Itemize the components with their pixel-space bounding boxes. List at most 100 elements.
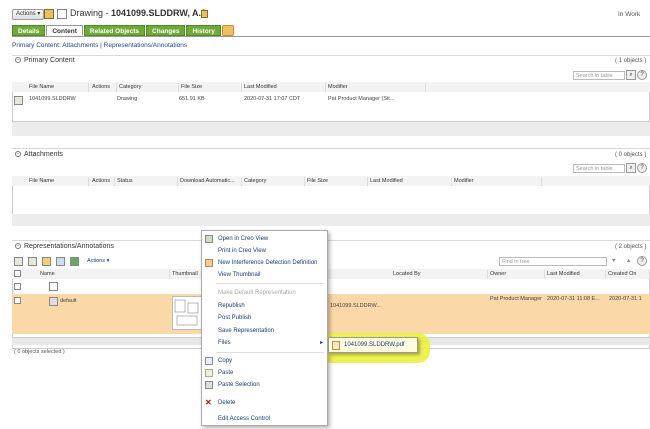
copy-icon	[205, 357, 213, 365]
edit-icon[interactable]	[44, 9, 54, 19]
column-header[interactable]: File Size	[305, 177, 368, 186]
collapse-icon[interactable]: −	[15, 57, 21, 64]
collapse-icon[interactable]: −	[15, 243, 21, 250]
column-header[interactable]: Category	[117, 83, 179, 92]
menu-item-post-publish[interactable]: Post Publish	[202, 312, 327, 324]
menu-separator	[216, 352, 324, 353]
column-header[interactable]: Actions	[90, 83, 117, 92]
paste-selection-icon	[205, 381, 213, 389]
menu-item-paste[interactable]: Paste	[202, 367, 327, 379]
column-header[interactable]: Actions	[90, 177, 115, 186]
pdf-file-icon	[332, 341, 340, 350]
menu-item-save-representation[interactable]: Save Representation	[202, 325, 327, 337]
copy-icon[interactable]	[28, 257, 37, 266]
breadcrumb[interactable]: Primary Content: Attachments | Represent…	[12, 42, 187, 49]
attachments-count: ( 0 objects )	[615, 152, 647, 158]
menu-item-print-creo-view[interactable]: Print in Creo View	[202, 245, 327, 257]
column-header[interactable]: Owner	[488, 270, 545, 279]
drawing-node-icon	[49, 282, 58, 291]
tab-content[interactable]: Content	[46, 25, 83, 36]
search-icon[interactable]: ⌕	[626, 163, 636, 173]
representations-count: ( 2 objects )	[615, 244, 647, 250]
submenu-file-link[interactable]: 1041099.SLDDRW.pdf	[344, 342, 405, 348]
status-label: In Work	[618, 11, 641, 18]
menu-item-make-default: Make Default Representation	[218, 290, 296, 296]
refresh-icon[interactable]	[56, 257, 65, 266]
column-header[interactable]: Status	[115, 177, 178, 186]
column-header[interactable]: Last Modified	[368, 177, 452, 186]
column-header[interactable]: Modifier	[452, 177, 542, 186]
menu-item-republish[interactable]: Republish	[202, 300, 327, 312]
page-title: Drawing - 1041099.SLDDRW, A.1	[70, 8, 207, 18]
section-divider	[12, 55, 650, 56]
column-header[interactable]: Last Modified	[242, 83, 326, 92]
attachments-title[interactable]: − Attachments	[15, 151, 63, 158]
column-header[interactable]: Thumbnail	[170, 270, 202, 279]
tab-changes[interactable]: Changes	[146, 25, 186, 36]
primary-search-input[interactable]: Search in table	[573, 71, 625, 80]
primary-count: ( 1 objects )	[615, 58, 647, 64]
column-header[interactable]: Created On	[606, 270, 650, 279]
last-modified: 2020-07-31 11:08 E...	[547, 296, 600, 302]
delete-icon: ✕	[205, 398, 212, 407]
primary-content-title[interactable]: − Primary Content	[15, 57, 75, 64]
export-icon[interactable]	[70, 257, 79, 266]
column-header[interactable]: Located By	[391, 270, 488, 279]
representations-title[interactable]: − Representations/Annotations	[15, 243, 114, 250]
column-header[interactable]: Name	[38, 270, 170, 279]
primary-footer	[12, 122, 650, 136]
help-icon[interactable]: ?	[637, 163, 647, 173]
file-icon	[14, 96, 23, 105]
row-checkbox[interactable]	[14, 283, 21, 290]
column-header[interactable]: File Name	[27, 83, 89, 92]
actions-label: Actions	[16, 11, 36, 17]
search-icon[interactable]: ⌕	[626, 70, 636, 80]
section-divider	[12, 240, 650, 241]
tab-bar: Details Content Related Objects Changes …	[12, 25, 234, 36]
column-header[interactable]: File Name	[27, 177, 89, 186]
find-in-tree-input[interactable]: Find in tree	[499, 257, 607, 266]
column-header[interactable]: Last Modified	[545, 270, 606, 279]
select-all-checkbox[interactable]	[14, 270, 21, 277]
menu-item-paste-selection[interactable]: Paste Selection	[202, 379, 327, 391]
representations-actions-button[interactable]: Actions ▾	[87, 257, 109, 266]
column-header[interactable]: File Size	[179, 83, 242, 92]
last-modified: 2020-07-31 17:07 CDT	[244, 96, 301, 102]
actions-button[interactable]: Actions ▾	[12, 9, 45, 20]
file-name[interactable]: 1041099.SLDDRW	[29, 95, 76, 104]
add-tab-icon[interactable]	[221, 25, 234, 36]
row-checkbox[interactable]	[14, 297, 21, 304]
arrow-up-icon[interactable]: ▲	[626, 257, 631, 266]
menu-item-copy[interactable]: Copy	[202, 355, 327, 367]
column-header[interactable]: Category	[242, 177, 305, 186]
menu-item-open-creo-view[interactable]: Open in Creo View	[202, 233, 327, 245]
owner: Pat Product Manager	[490, 296, 542, 302]
collapse-icon[interactable]: −	[15, 151, 21, 158]
category: Drawing	[117, 96, 138, 102]
files-submenu[interactable]: 1041099.SLDDRW.pdf	[328, 337, 418, 353]
menu-item-files[interactable]: Files ▸	[202, 337, 327, 349]
help-icon[interactable]: ?	[637, 256, 647, 266]
attachments-search-input[interactable]: Search in table	[573, 164, 625, 173]
lock-icon	[201, 10, 208, 18]
new-representation-icon[interactable]	[14, 257, 23, 266]
tab-related-objects[interactable]: Related Objects	[83, 25, 146, 36]
menu-item-delete[interactable]: ✕ Delete	[202, 397, 327, 409]
column-header[interactable]: Modifier	[326, 83, 426, 92]
tab-history[interactable]: History	[186, 25, 221, 36]
tab-details[interactable]: Details	[12, 25, 46, 36]
modifier: Pat Product Manager (Sit...	[328, 96, 395, 102]
filter-icon[interactable]: ▼	[611, 257, 616, 266]
submenu-arrow-icon: ▸	[319, 340, 323, 346]
representation-name[interactable]: default	[60, 297, 77, 306]
menu-item-new-interference[interactable]: New Interference Detection Definition	[202, 257, 327, 269]
thumbnail-image[interactable]	[172, 296, 202, 330]
column-header[interactable]: Download Automatic...	[178, 177, 242, 186]
folder-icon[interactable]	[42, 257, 51, 266]
menu-item-edit-access-control[interactable]: Edit Access Control	[202, 413, 327, 425]
located-by: 1041099.SLDDRW...	[330, 303, 381, 309]
menu-separator	[216, 283, 324, 284]
created-on: 2020-07-31 1	[609, 296, 642, 302]
menu-item-view-thumbnail[interactable]: View Thumbnail	[202, 269, 327, 281]
help-icon[interactable]: ?	[637, 70, 647, 80]
